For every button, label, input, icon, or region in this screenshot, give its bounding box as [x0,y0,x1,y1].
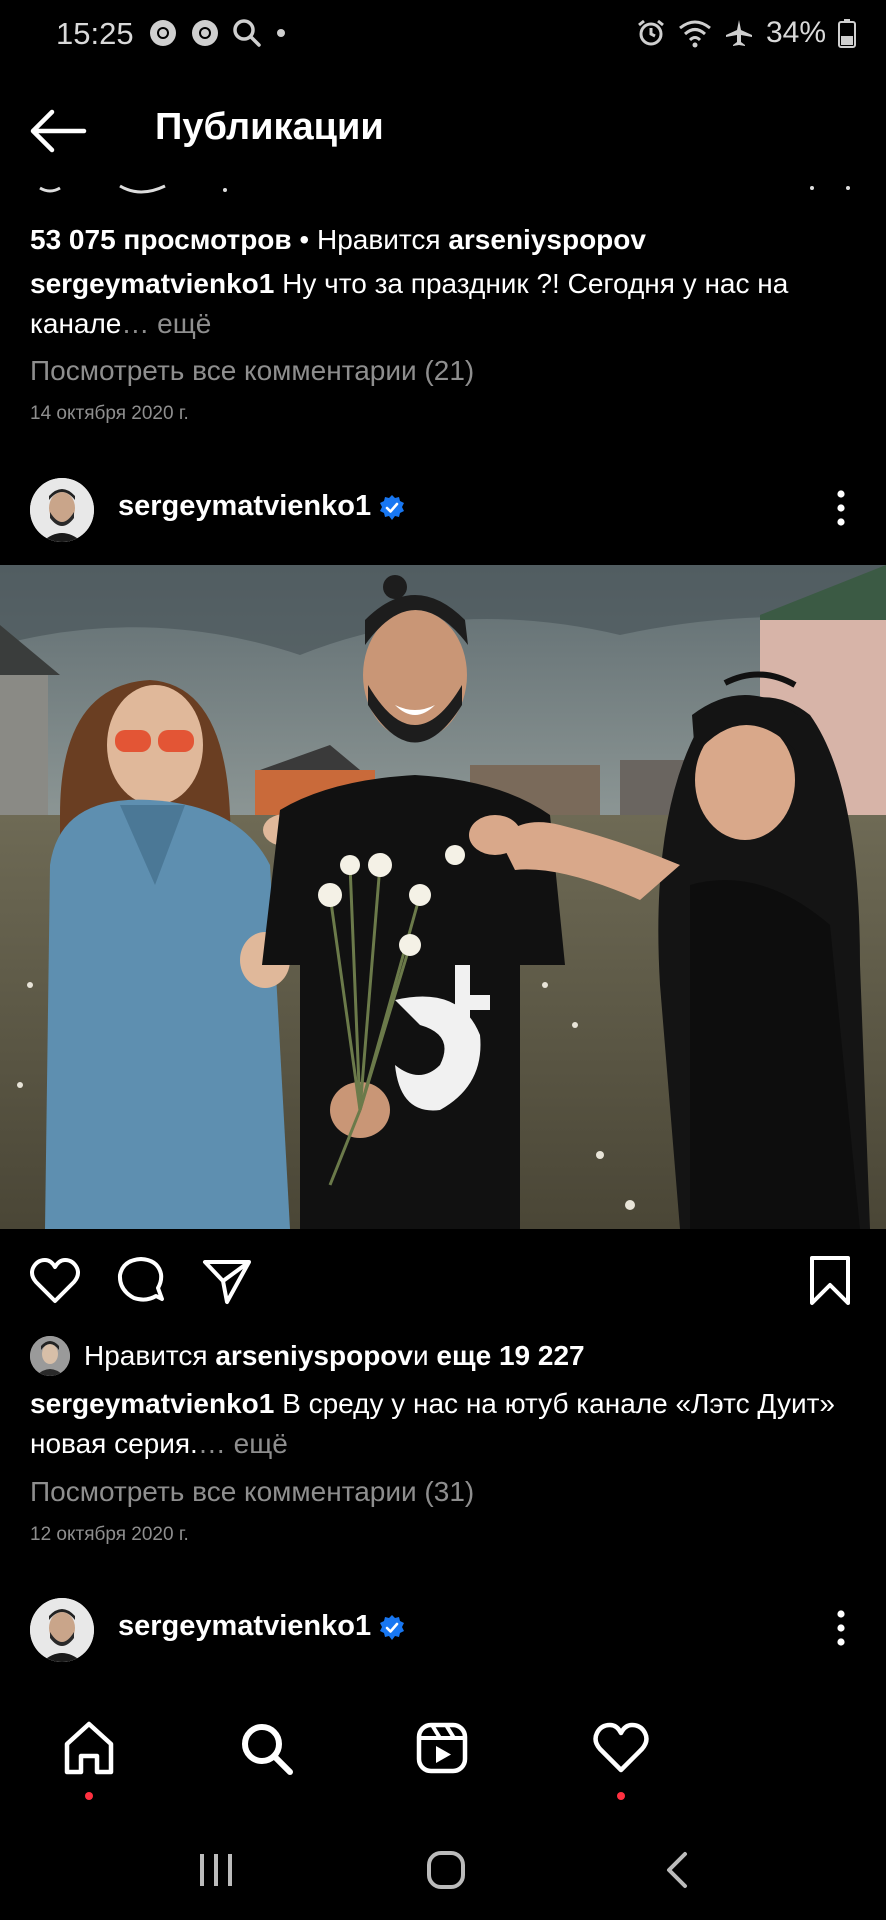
verified-badge-icon [380,1615,404,1640]
likes-separator: • Нравится [291,224,449,255]
view-comments-link[interactable]: Посмотреть все комментарии (31) [30,1476,474,1508]
recents-icon[interactable] [192,1848,242,1892]
post-actions-bar [0,1250,886,1310]
page-title: Публикации [155,106,384,148]
activity-heart-icon[interactable] [591,1718,651,1778]
liker-username[interactable]: arseniyspopov [448,224,646,255]
caption-more-link[interactable]: … ещё [198,1428,288,1459]
chrome-icon [192,20,218,46]
more-options-icon[interactable] [826,486,856,530]
post-header: sergeymatvienko1 [0,470,886,550]
liker-username[interactable]: arseniyspopov [215,1340,413,1372]
post-author[interactable]: sergeymatvienko1 [118,490,371,523]
bookmark-icon[interactable] [803,1254,857,1308]
status-notification-icons [148,18,288,48]
reels-icon[interactable] [412,1718,472,1778]
likes-summary[interactable]: Нравится arseniyspopov и еще 19 227 [30,1335,585,1377]
view-comments-link[interactable]: Посмотреть все комментарии (21) [30,355,474,387]
verified-badge-icon [380,495,404,520]
avatar[interactable] [30,1598,94,1662]
avatar[interactable] [30,478,94,542]
likes-count[interactable]: еще 19 227 [436,1340,584,1372]
battery-icon [838,19,856,48]
caption-more-link[interactable]: … ещё [121,308,211,339]
heart-icon[interactable] [28,1254,82,1308]
arrow-left-icon[interactable] [28,108,88,154]
home-notification-dot [85,1792,93,1800]
post-photo[interactable] [0,565,886,1229]
views-likes-line: 53 075 просмотров • Нравится arseniyspop… [30,220,860,260]
share-icon[interactable] [200,1254,254,1308]
caption-author[interactable]: sergeymatvienko1 [30,268,274,299]
previous-post-image-edge [0,176,886,196]
post-caption: sergeymatvienko1 В среду у нас на ютуб к… [30,1384,860,1464]
bottom-navigation [0,1700,886,1800]
post-date: 12 октября 2020 г. [30,1524,189,1545]
comment-icon[interactable] [114,1254,168,1308]
caption-author[interactable]: sergeymatvienko1 [30,1388,274,1419]
next-post-header: sergeymatvienko1 [0,1590,886,1670]
status-time: 15:25 [56,16,134,51]
home-circle-icon[interactable] [421,1848,471,1892]
status-bar: 15:25 34% [0,0,886,70]
chrome-icon [150,20,176,46]
views-count: 53 075 просмотров [30,224,292,255]
airplane-icon [725,20,752,46]
liker-avatar [30,1336,70,1376]
likes-prefix: Нравится [84,1340,208,1371]
home-icon[interactable] [59,1718,119,1778]
post-caption: sergeymatvienko1 Ну что за праздник ?! С… [30,264,860,344]
app-header: Публикации [0,90,886,174]
post-date: 14 октября 2020 г. [30,403,189,424]
battery-percent: 34% [765,16,826,49]
wifi-icon [679,20,711,48]
post-author[interactable]: sergeymatvienko1 [118,1610,371,1643]
alarm-icon [638,19,664,46]
dot-icon [277,29,285,37]
status-system-icons: 34% [636,16,856,50]
search-icon [233,19,261,47]
search-icon[interactable] [236,1718,296,1778]
system-navigation [0,1820,886,1920]
back-chevron-icon[interactable] [653,1848,703,1892]
activity-notification-dot [617,1792,625,1800]
likes-conjunction: и [412,1340,429,1371]
more-options-icon[interactable] [826,1606,856,1650]
